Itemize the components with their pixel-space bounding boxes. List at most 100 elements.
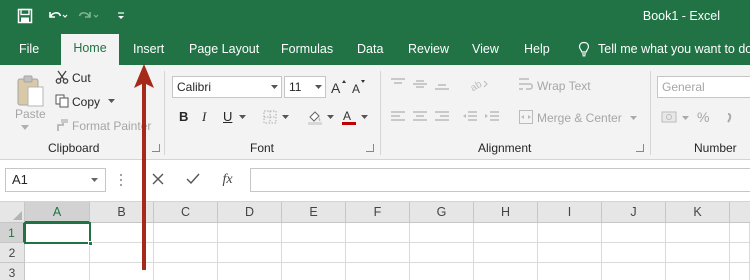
fill-color-icon[interactable]: [306, 108, 324, 126]
font-size-combo[interactable]: 11: [284, 76, 326, 98]
enter-entry-icon[interactable]: [175, 172, 210, 188]
wrap-text-button[interactable]: Wrap Text: [537, 79, 591, 93]
save-icon[interactable]: [14, 6, 36, 26]
tab-data[interactable]: Data: [357, 33, 383, 65]
underline-dropdown-icon[interactable]: [237, 112, 247, 122]
font-color-dropdown-icon[interactable]: [359, 112, 369, 122]
column-header-h[interactable]: H: [474, 202, 538, 223]
grid-cell[interactable]: [410, 263, 474, 280]
grid-cell[interactable]: [602, 223, 666, 243]
tab-help[interactable]: Help: [524, 33, 550, 65]
percent-style-button[interactable]: %: [697, 109, 709, 125]
font-name-dropdown-icon[interactable]: [267, 77, 281, 97]
grid-cell[interactable]: [154, 263, 218, 280]
grid-cell[interactable]: [730, 263, 750, 280]
paste-dropdown-icon[interactable]: [20, 123, 30, 131]
decrease-font-size-icon[interactable]: A: [351, 76, 367, 98]
fill-color-dropdown-icon[interactable]: [325, 112, 335, 122]
underline-button[interactable]: U: [223, 109, 232, 124]
grid-cell[interactable]: [154, 243, 218, 263]
select-all-corner[interactable]: [0, 202, 25, 223]
align-left-icon[interactable]: [390, 109, 406, 125]
grid-cell[interactable]: [218, 223, 282, 243]
grid-cell[interactable]: [282, 263, 346, 280]
grid-cell[interactable]: [474, 223, 538, 243]
grid-cell[interactable]: [538, 243, 602, 263]
tab-home[interactable]: Home: [61, 34, 119, 65]
row-header-3[interactable]: 3: [0, 263, 25, 280]
tab-review[interactable]: Review: [408, 33, 449, 65]
grid-cell[interactable]: [154, 223, 218, 243]
comma-style-icon[interactable]: [722, 111, 736, 125]
merge-dropdown-icon[interactable]: [628, 113, 638, 123]
name-box[interactable]: A1: [5, 168, 106, 192]
grid-cell[interactable]: [282, 243, 346, 263]
grid-cell[interactable]: [346, 243, 410, 263]
paste-icon[interactable]: [12, 73, 48, 109]
column-header-g[interactable]: G: [410, 202, 474, 223]
customize-icon[interactable]: [110, 6, 132, 26]
grid-cell[interactable]: [666, 263, 730, 280]
align-bottom-icon[interactable]: [434, 76, 450, 92]
redo-icon[interactable]: [78, 6, 100, 26]
align-right-icon[interactable]: [434, 109, 450, 125]
grid-cell[interactable]: [666, 243, 730, 263]
alignment-launcher-icon[interactable]: [636, 144, 644, 152]
font-color-icon[interactable]: A: [340, 108, 358, 126]
column-header-k[interactable]: K: [666, 202, 730, 223]
tab-file[interactable]: File: [19, 33, 39, 65]
align-top-icon[interactable]: [390, 76, 406, 92]
grid-cell[interactable]: [346, 263, 410, 280]
tab-view[interactable]: View: [472, 33, 499, 65]
undo-icon[interactable]: [46, 6, 68, 26]
grid-cell[interactable]: [25, 263, 90, 280]
copy-dropdown-icon[interactable]: [106, 96, 116, 106]
grid-cell[interactable]: [410, 243, 474, 263]
align-middle-icon[interactable]: [412, 76, 428, 92]
font-launcher-icon[interactable]: [366, 144, 374, 152]
grid-cell[interactable]: [474, 243, 538, 263]
column-header-a[interactable]: A: [25, 202, 90, 223]
column-header-e[interactable]: E: [282, 202, 346, 223]
italic-button[interactable]: I: [202, 109, 206, 125]
increase-indent-icon[interactable]: [484, 109, 500, 125]
borders-dropdown-icon[interactable]: [280, 112, 290, 122]
merge-center-button[interactable]: Merge & Center: [537, 111, 622, 125]
copy-button[interactable]: Copy: [72, 95, 100, 109]
formula-input[interactable]: [250, 168, 750, 192]
grid-cell[interactable]: [730, 243, 750, 263]
tab-formulas[interactable]: Formulas: [281, 33, 333, 65]
accounting-format-icon[interactable]: [660, 109, 678, 125]
cut-button[interactable]: Cut: [72, 71, 91, 85]
tab-page-layout[interactable]: Page Layout: [189, 33, 259, 65]
more-options-icon[interactable]: [118, 172, 124, 188]
grid-cell[interactable]: [218, 243, 282, 263]
grid-cell[interactable]: [410, 223, 474, 243]
name-box-dropdown-icon[interactable]: [91, 169, 101, 191]
number-format-combo[interactable]: General: [657, 76, 750, 98]
paste-button[interactable]: Paste: [15, 107, 46, 121]
grid-cell[interactable]: [602, 243, 666, 263]
column-header-d[interactable]: D: [218, 202, 282, 223]
grid-cell[interactable]: [218, 263, 282, 280]
font-name-combo[interactable]: Calibri: [172, 76, 282, 98]
grid-cell[interactable]: [25, 243, 90, 263]
column-header-c[interactable]: C: [154, 202, 218, 223]
orientation-icon[interactable]: ab: [468, 76, 492, 92]
column-header-i[interactable]: I: [538, 202, 602, 223]
grid-cell[interactable]: [666, 223, 730, 243]
borders-icon[interactable]: [262, 109, 278, 125]
grid-cell[interactable]: [730, 223, 750, 243]
grid-cell[interactable]: [602, 263, 666, 280]
insert-function-button[interactable]: fx: [210, 172, 245, 188]
row-header-1[interactable]: 1: [0, 223, 25, 243]
font-size-dropdown-icon[interactable]: [311, 77, 325, 97]
align-center-icon[interactable]: [412, 109, 428, 125]
grid-cell[interactable]: [538, 223, 602, 243]
grid-cell[interactable]: [474, 263, 538, 280]
column-header-j[interactable]: J: [602, 202, 666, 223]
increase-font-size-icon[interactable]: A: [331, 76, 347, 98]
grid-cell[interactable]: [282, 223, 346, 243]
bold-button[interactable]: B: [179, 109, 188, 124]
tell-me-box[interactable]: Tell me what you want to do: [578, 33, 750, 65]
